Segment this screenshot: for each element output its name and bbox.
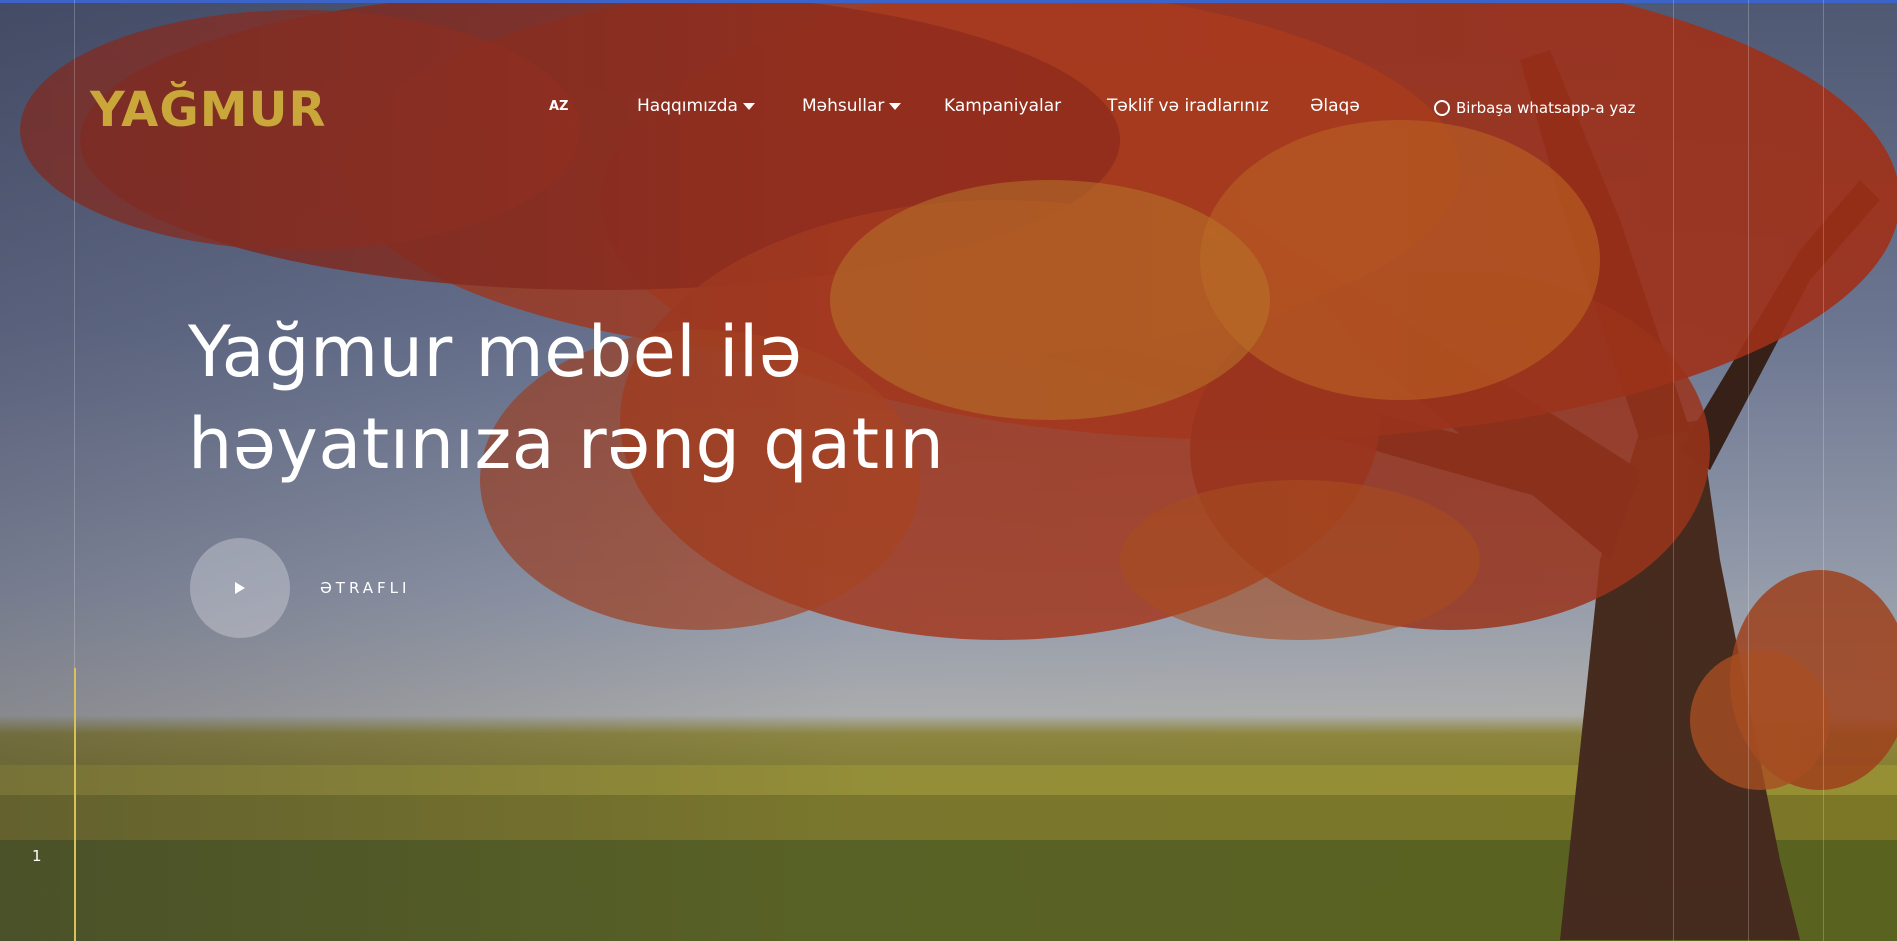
language-switcher[interactable]: AZ [549,99,569,114]
hero-banner: YAĞMUR AZ Haqqımızda Məhsullar Kampaniya… [0,0,1897,941]
play-video-button[interactable] [190,538,290,638]
guide-line [1673,0,1674,941]
nav-item-contact[interactable]: Əlaqə [1310,96,1360,116]
whatsapp-link[interactable]: Birbaşa whatsapp-a yaz [1434,98,1635,118]
play-icon [235,582,245,594]
whatsapp-label: Birbaşa whatsapp-a yaz [1456,99,1636,117]
nav-item-products[interactable]: Məhsullar [802,96,902,116]
more-link[interactable]: ƏTRAFLI [320,579,410,597]
nav-item-feedback[interactable]: Təklif və iradlarınız [1107,96,1269,116]
hero-headline-line1: Yağmur mebel ilə [188,311,803,393]
nav-item-label: Haqqımızda [637,96,738,116]
nav-item-campaigns[interactable]: Kampaniyalar [944,96,1061,116]
guide-line [1823,0,1824,941]
nav-item-about[interactable]: Haqqımızda [637,96,755,116]
slide-number: 1 [32,847,42,865]
site-logo[interactable]: YAĞMUR [90,82,326,138]
chevron-down-icon [742,102,755,110]
chevron-down-icon [889,102,902,110]
nav-item-label: Məhsullar [802,96,885,116]
top-accent-line [0,0,1897,3]
hero-headline-line2: həyatınıza rəng qatın [188,403,945,485]
guide-line [1748,0,1749,941]
hero-headline: Yağmur mebel ilə həyatınıza rəng qatın [188,306,944,490]
slide-progress-line [74,668,76,941]
whatsapp-icon [1434,100,1450,116]
